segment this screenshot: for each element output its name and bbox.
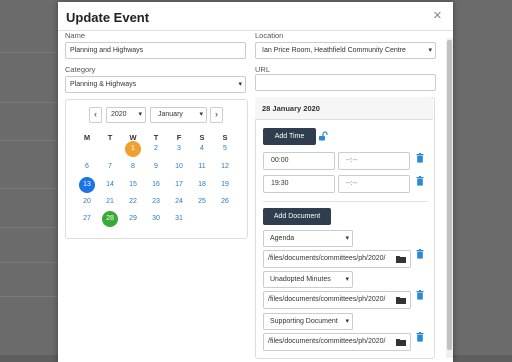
calendar-day[interactable]: 15 xyxy=(125,177,141,193)
calendar-day[interactable]: 4 xyxy=(194,141,210,157)
background-divider xyxy=(0,102,60,103)
folder-icon[interactable] xyxy=(396,338,406,346)
calendar-day[interactable]: 27 xyxy=(79,211,95,227)
document-path-input[interactable]: /files/documents/committees/ph/2020/ xyxy=(263,333,411,351)
delete-document-trash-icon[interactable] xyxy=(416,290,424,300)
close-icon[interactable]: × xyxy=(433,8,442,23)
event-date-heading: 28 January 2020 xyxy=(262,104,320,113)
background-divider xyxy=(0,188,60,189)
document-type-select[interactable]: Unadopted Minutes xyxy=(263,271,353,288)
calendar-day[interactable]: 3 xyxy=(171,141,187,157)
calendar-day[interactable]: 10 xyxy=(171,159,187,175)
calendar-day[interactable]: 29 xyxy=(125,211,141,227)
url-input[interactable] xyxy=(255,74,436,91)
start-time-input[interactable]: 00:00 xyxy=(263,152,335,170)
delete-document-trash-icon[interactable] xyxy=(416,249,424,259)
add-time-button[interactable]: Add Time xyxy=(263,128,316,145)
background-divider xyxy=(0,227,60,228)
calendar-day[interactable]: 23 xyxy=(148,194,164,210)
calendar-day[interactable]: 28 xyxy=(102,211,118,227)
year-select[interactable]: 2020 xyxy=(106,107,146,123)
calendar-day[interactable]: 19 xyxy=(217,177,233,193)
calendar-day[interactable]: 6 xyxy=(79,159,95,175)
calendar-day[interactable]: 17 xyxy=(171,177,187,193)
background-divider xyxy=(0,52,60,53)
calendar-day[interactable]: 20 xyxy=(79,194,95,210)
folder-icon[interactable] xyxy=(396,296,406,304)
document-type-select[interactable]: Agenda xyxy=(263,230,353,247)
calendar-day[interactable]: 8 xyxy=(125,159,141,175)
background-divider xyxy=(0,262,60,263)
delete-time-trash-icon[interactable] xyxy=(416,153,424,163)
category-select[interactable]: Planning & Highways xyxy=(65,76,246,93)
end-time-input[interactable]: --:-- xyxy=(338,175,410,193)
document-path-input[interactable]: /files/documents/committees/ph/2020/ xyxy=(263,291,411,309)
section-divider xyxy=(263,201,428,202)
prev-month-button[interactable]: ‹ xyxy=(89,107,102,123)
document-type-select[interactable]: Supporting Document xyxy=(263,313,353,330)
calendar-day[interactable]: 25 xyxy=(194,194,210,210)
calendar-day[interactable]: 7 xyxy=(102,159,118,175)
name-label: Name xyxy=(65,31,86,40)
location-select[interactable]: Ian Price Room, Heathfield Community Cen… xyxy=(255,42,436,59)
calendar-day[interactable]: 2 xyxy=(148,141,164,157)
start-time-input[interactable]: 19:30 xyxy=(263,175,335,193)
calendar-day[interactable]: 22 xyxy=(125,194,141,210)
calendar-day[interactable]: 11 xyxy=(194,159,210,175)
calendar-day[interactable]: 14 xyxy=(102,177,118,193)
calendar-day[interactable]: 12 xyxy=(217,159,233,175)
category-label: Category xyxy=(65,65,96,74)
background-divider xyxy=(0,296,60,297)
calendar-day[interactable]: 30 xyxy=(148,211,164,227)
calendar-day[interactable]: 13 xyxy=(79,177,95,193)
end-time-input[interactable]: --:-- xyxy=(338,152,410,170)
next-month-button[interactable]: › xyxy=(210,107,223,123)
folder-icon[interactable] xyxy=(396,255,406,263)
calendar-day[interactable]: 1 xyxy=(125,141,141,157)
calendar-day[interactable]: 24 xyxy=(171,194,187,210)
calendar-day[interactable]: 18 xyxy=(194,177,210,193)
calendar-day[interactable]: 9 xyxy=(148,159,164,175)
url-label: URL xyxy=(255,65,271,74)
unlock-icon[interactable] xyxy=(318,131,328,141)
delete-document-trash-icon[interactable] xyxy=(416,332,424,342)
weekday-label: T xyxy=(107,133,113,142)
calendar-day[interactable]: 31 xyxy=(171,211,187,227)
month-select[interactable]: January xyxy=(150,107,207,123)
background-divider xyxy=(0,140,60,141)
calendar-day[interactable]: 21 xyxy=(102,194,118,210)
add-document-button[interactable]: Add Document xyxy=(263,208,331,225)
name-input[interactable]: Planning and Highways xyxy=(65,42,246,59)
calendar-day[interactable]: 16 xyxy=(148,177,164,193)
calendar-day[interactable]: 26 xyxy=(217,194,233,210)
scrollbar-thumb[interactable] xyxy=(447,40,452,350)
delete-time-trash-icon[interactable] xyxy=(416,176,424,186)
document-path-input[interactable]: /files/documents/committees/ph/2020/ xyxy=(263,250,411,268)
location-label: Location xyxy=(255,31,284,40)
modal-title: Update Event xyxy=(66,10,150,25)
weekday-label: M xyxy=(83,133,91,142)
calendar-day[interactable]: 5 xyxy=(217,141,233,157)
